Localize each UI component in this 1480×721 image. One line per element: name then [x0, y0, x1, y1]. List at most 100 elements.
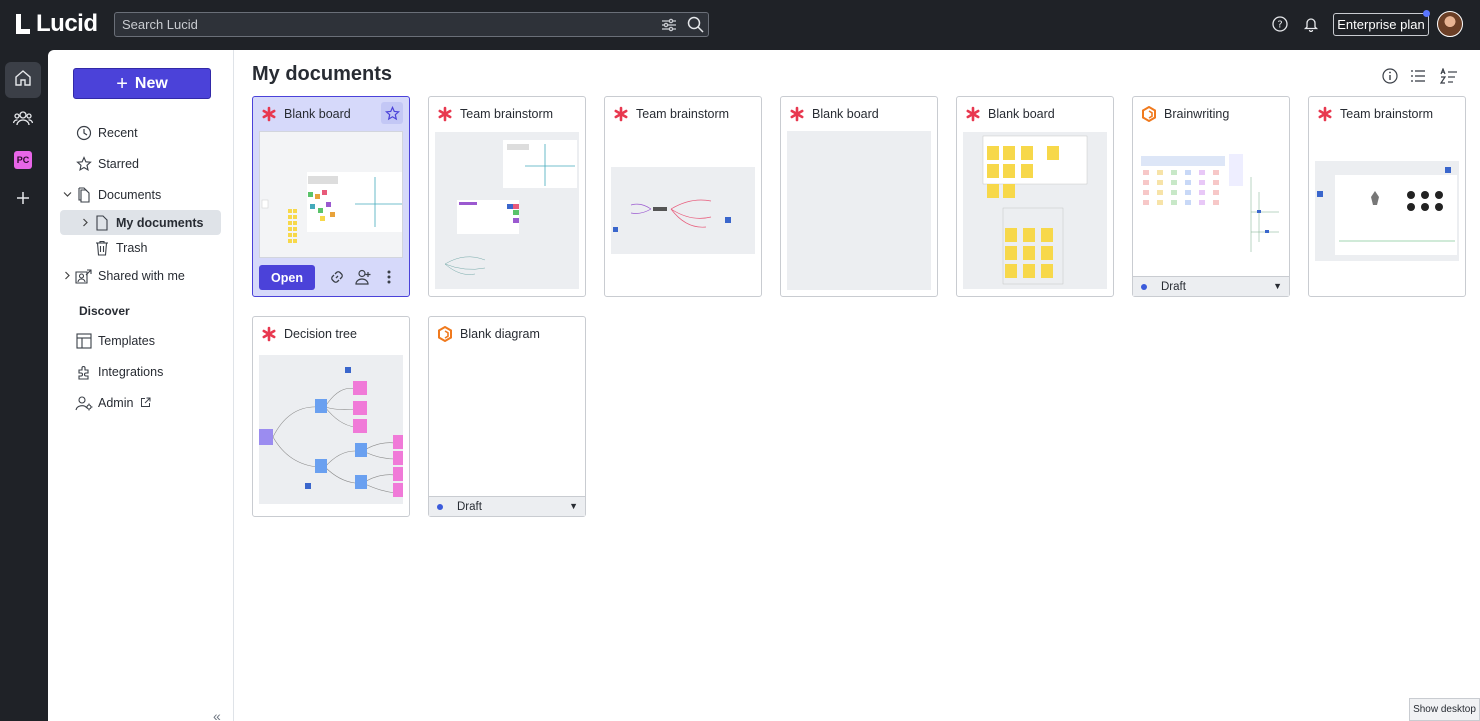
- card-header: Team brainstorm: [437, 105, 577, 122]
- share-icon[interactable]: [353, 267, 373, 287]
- sidebar-item-shared[interactable]: Shared with me: [60, 263, 221, 288]
- workspace-rail-button[interactable]: PC: [5, 142, 41, 178]
- document-title: Team brainstorm: [1340, 106, 1434, 121]
- document-title: Team brainstorm: [636, 106, 730, 121]
- status-label: Draft: [457, 500, 482, 513]
- status-dot: [437, 503, 443, 510]
- sidebar: + New Recent Starred Documents My docume…: [48, 50, 234, 721]
- sidebar-item-label: My documents: [116, 215, 204, 230]
- sidebar-item-label: Documents: [98, 187, 162, 202]
- document-thumbnail: [259, 355, 403, 504]
- card-header: Brainwriting: [1141, 105, 1281, 122]
- card-header: Blank board: [789, 105, 929, 122]
- lucidspark-icon: [261, 106, 277, 122]
- sidebar-item-trash[interactable]: Trash: [60, 235, 221, 260]
- home-rail-button[interactable]: [5, 62, 41, 98]
- document-thumbnail: [1139, 152, 1283, 260]
- document-thumbnail: [1315, 161, 1459, 261]
- sidebar-item-recent[interactable]: Recent: [60, 120, 221, 145]
- status-dot: [1141, 283, 1147, 290]
- info-icon[interactable]: [1380, 66, 1400, 86]
- lucid-logo-icon: [16, 14, 32, 34]
- help-icon[interactable]: ?: [1270, 14, 1290, 34]
- bell-icon[interactable]: [1301, 14, 1321, 34]
- card-header: Team brainstorm: [613, 105, 753, 122]
- plus-icon: [16, 191, 30, 210]
- document-title: Blank diagram: [460, 326, 540, 341]
- home-icon: [14, 69, 32, 92]
- document-card[interactable]: Blank board Open: [252, 96, 410, 297]
- enterprise-plan-button[interactable]: Enterprise plan: [1333, 13, 1429, 36]
- open-button[interactable]: Open: [259, 265, 315, 290]
- lucidchart-icon: [437, 325, 453, 342]
- status-label: Draft: [1161, 280, 1186, 293]
- discover-heading: Discover: [79, 304, 130, 318]
- document-icon: [92, 213, 112, 233]
- chevron-right-icon[interactable]: [60, 271, 74, 280]
- lucid-logo[interactable]: Lucid: [16, 10, 98, 37]
- sidebar-item-label: Trash: [116, 240, 148, 255]
- sidebar-item-templates[interactable]: Templates: [60, 328, 221, 353]
- card-header: Team brainstorm: [1317, 105, 1457, 122]
- search-input[interactable]: [115, 13, 656, 36]
- document-card[interactable]: Team brainstorm: [604, 96, 762, 297]
- document-title: Blank board: [988, 106, 1055, 121]
- lucidchart-icon: [1141, 105, 1157, 122]
- search-bar: [114, 12, 709, 37]
- documents-icon: [74, 185, 94, 205]
- avatar[interactable]: [1437, 11, 1463, 37]
- chevron-down-icon[interactable]: [60, 190, 74, 199]
- sort-icon[interactable]: [1439, 66, 1459, 86]
- document-title: Blank board: [812, 106, 879, 121]
- sidebar-item-integrations[interactable]: Integrations: [60, 359, 221, 384]
- chevron-down-icon: ▼: [1273, 281, 1282, 291]
- draft-status-dropdown[interactable]: Draft ▼: [429, 496, 585, 516]
- sidebar-item-documents[interactable]: Documents: [60, 182, 221, 207]
- document-card[interactable]: Team brainstorm: [1308, 96, 1466, 297]
- chevron-down-icon: ▼: [569, 501, 578, 511]
- logo-text: Lucid: [36, 10, 98, 37]
- star-icon: [74, 154, 94, 174]
- page-title: My documents: [252, 63, 393, 85]
- collapse-sidebar-icon[interactable]: «: [213, 708, 221, 721]
- admin-icon: [74, 393, 94, 413]
- card-header: Blank board: [261, 105, 401, 122]
- document-title: Decision tree: [284, 326, 357, 341]
- trash-icon: [92, 238, 112, 258]
- sidebar-item-my-documents[interactable]: My documents: [60, 210, 221, 235]
- list-view-icon[interactable]: [1408, 66, 1428, 86]
- chevron-right-icon[interactable]: [78, 218, 92, 227]
- document-card[interactable]: Decision tree: [252, 316, 410, 517]
- filter-sliders-icon[interactable]: [656, 13, 682, 36]
- shared-icon: [74, 266, 94, 286]
- document-card[interactable]: Blank board: [956, 96, 1114, 297]
- document-card[interactable]: Blank diagram Draft ▼: [428, 316, 586, 517]
- more-options-icon[interactable]: [379, 267, 399, 287]
- app-rail: PC: [0, 50, 48, 721]
- link-icon[interactable]: [327, 267, 347, 287]
- document-thumbnail: [611, 167, 755, 254]
- add-rail-button[interactable]: [5, 182, 41, 218]
- document-card[interactable]: Team brainstorm: [428, 96, 586, 297]
- card-header: Blank diagram: [437, 325, 577, 342]
- sidebar-item-label: Admin: [98, 395, 134, 410]
- sidebar-item-label: Integrations: [98, 364, 164, 379]
- sidebar-item-starred[interactable]: Starred: [60, 151, 221, 176]
- sidebar-item-label: Templates: [98, 333, 155, 348]
- templates-icon: [74, 331, 94, 351]
- new-button-label: New: [134, 74, 168, 92]
- notification-dot: [1423, 10, 1430, 17]
- new-button[interactable]: + New: [73, 68, 211, 99]
- sidebar-item-admin[interactable]: Admin: [60, 390, 221, 415]
- draft-status-dropdown[interactable]: Draft ▼: [1133, 276, 1289, 296]
- lucidspark-icon: [1317, 106, 1333, 122]
- document-card[interactable]: Blank board: [780, 96, 938, 297]
- document-thumbnail: [787, 131, 931, 290]
- sidebar-item-label: Starred: [98, 156, 139, 171]
- show-desktop-button[interactable]: Show desktop: [1409, 698, 1480, 721]
- teams-rail-button[interactable]: [5, 102, 41, 138]
- star-toggle-button[interactable]: [381, 102, 403, 124]
- document-card[interactable]: Brainwriting Draft ▼: [1132, 96, 1290, 297]
- search-icon[interactable]: [682, 13, 708, 36]
- card-header: Blank board: [965, 105, 1105, 122]
